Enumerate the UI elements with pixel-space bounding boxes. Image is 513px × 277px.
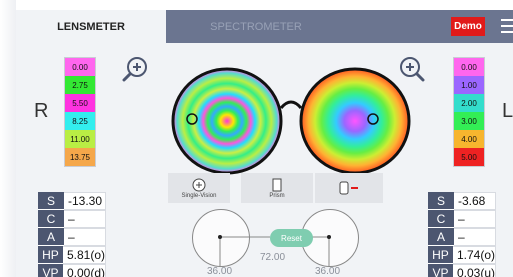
scale-band: 3.00 (454, 112, 484, 130)
hamburger-menu-icon[interactable] (501, 19, 513, 35)
power-scale-left-eye: 0.00 1.00 2.00 3.00 4.00 5.00 (453, 57, 485, 167)
scale-band: 13.75 (65, 148, 95, 166)
prism-label: Prism (269, 192, 285, 199)
rx-key: HP (38, 246, 63, 264)
rx-row: S -3.68 (428, 192, 496, 210)
power-scale-right-eye: 0.00 2.75 5.50 8.25 11.00 13.75 (64, 57, 96, 167)
rx-value: – (64, 228, 106, 246)
rx-value: – (454, 228, 496, 246)
rx-value: – (64, 210, 106, 228)
rx-key: A (38, 228, 64, 246)
scale-band: 8.25 (65, 112, 95, 130)
rx-key: A (428, 228, 454, 246)
prism-icon (272, 178, 282, 191)
rx-value: 1.74(o) (452, 246, 496, 264)
left-eye-rx-table: S -3.68 C – A – HP 1.74(o) VP 0.03(u) (428, 192, 496, 277)
left-eye-label: L (502, 100, 513, 122)
rx-row: VP 0.03(u) (428, 264, 496, 277)
scale-band: 1.00 (454, 76, 484, 94)
scale-band: 5.00 (454, 148, 484, 166)
tab-spectrometer-label: SPECTROMETER (210, 20, 302, 33)
rx-key: C (428, 210, 454, 228)
rx-value: 5.81(o) (62, 246, 106, 264)
reset-button[interactable]: Reset (270, 229, 313, 247)
rx-row: C – (428, 210, 496, 228)
app-frame: LENSMETER SPECTROMETER Demo R L 0.00 2.75… (16, 10, 513, 277)
right-eye-rx-table: S -13.30 C – A – HP 5.81(o) VP 0.00(d) (38, 192, 106, 277)
scale-band: 4.00 (454, 130, 484, 148)
rx-value: – (454, 210, 496, 228)
left-shadow (0, 0, 16, 277)
rx-row: C – (38, 210, 106, 228)
lens-remove-icon (339, 181, 358, 195)
rx-row: A – (428, 228, 496, 246)
center-dial-value: 72.00 (260, 252, 286, 263)
rx-value: 0.00(d) (62, 264, 106, 277)
scale-band: 0.00 (65, 58, 95, 76)
prism-button[interactable]: Prism (241, 173, 313, 203)
remove-lens-button[interactable] (315, 173, 383, 203)
rx-value: -3.68 (454, 192, 496, 210)
scale-band: 11.00 (65, 130, 95, 148)
zoom-in-icon-left[interactable] (122, 56, 148, 82)
single-vision-icon (192, 178, 206, 191)
rx-value: 0.03(u) (452, 264, 496, 277)
single-vision-label: Single-Vision (181, 192, 217, 199)
rx-key: VP (428, 264, 453, 277)
rx-value: -13.30 (64, 192, 106, 210)
rx-key: VP (38, 264, 63, 277)
left-dial-value: 36.00 (207, 266, 233, 277)
scale-band: 2.00 (454, 94, 484, 112)
right-dial-value: 36.00 (315, 266, 341, 277)
single-vision-button[interactable]: Single-Vision (168, 173, 230, 203)
rx-key: S (428, 192, 454, 210)
rx-row: A – (38, 228, 106, 246)
scale-band: 0.00 (454, 58, 484, 76)
scale-band: 5.50 (65, 94, 95, 112)
lens-power-map (171, 67, 411, 175)
right-eye-label: R (34, 100, 49, 122)
demo-badge[interactable]: Demo (451, 17, 485, 36)
scale-band: 2.75 (65, 76, 95, 94)
rx-row: S -13.30 (38, 192, 106, 210)
rx-row: HP 5.81(o) (38, 246, 106, 264)
rx-row: HP 1.74(o) (428, 246, 496, 264)
rx-row: VP 0.00(d) (38, 264, 106, 277)
rx-key: S (38, 192, 64, 210)
rx-key: C (38, 210, 64, 228)
tab-lensmeter[interactable]: LENSMETER (16, 10, 166, 43)
rx-key: HP (428, 246, 453, 264)
